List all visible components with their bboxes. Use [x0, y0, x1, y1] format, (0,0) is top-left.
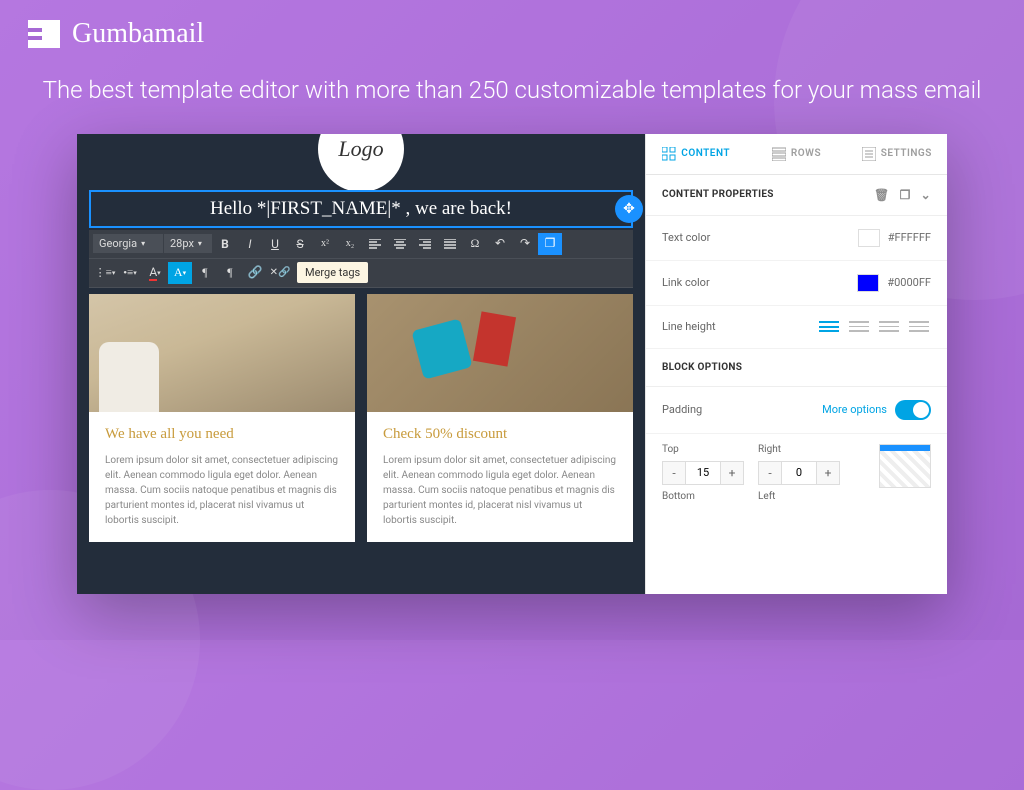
italic-button[interactable]: I	[238, 233, 262, 255]
align-center-button[interactable]	[388, 233, 412, 255]
font-family-select[interactable]: Georgia	[93, 234, 163, 253]
content-icon	[662, 147, 676, 161]
strikethrough-button[interactable]: S	[288, 233, 312, 255]
padding-right-stepper[interactable]: - +	[758, 461, 840, 485]
unordered-list-button[interactable]: •≡▾	[118, 262, 142, 284]
superscript-button[interactable]: x²	[313, 233, 337, 255]
line-height-row: Line height	[646, 306, 947, 349]
more-options-toggle[interactable]	[895, 400, 931, 420]
align-right-icon	[419, 239, 431, 249]
align-justify-icon	[444, 239, 456, 249]
padding-controls: Top - + Bottom Right - + Left	[646, 434, 947, 512]
headline-block[interactable]: Hello *|FIRST_NAME|* , we are back! ✥	[89, 190, 633, 228]
block-options-header: BLOCK OPTIONS	[646, 349, 947, 387]
padding-right-increment[interactable]: +	[817, 462, 839, 484]
align-left-button[interactable]	[363, 233, 387, 255]
card-image-1	[89, 294, 355, 412]
padding-top-decrement[interactable]: -	[663, 462, 685, 484]
more-options-link[interactable]: More options	[822, 403, 887, 416]
content-properties-title: CONTENT PROPERTIES	[662, 189, 774, 200]
padding-right-decrement[interactable]: -	[759, 462, 781, 484]
card-title-1: We have all you need	[105, 426, 339, 443]
padding-top-stepper[interactable]: - +	[662, 461, 744, 485]
text-color-label: Text color	[662, 231, 710, 244]
tab-content-label: CONTENT	[681, 148, 730, 159]
template-logo-badge[interactable]: Logo	[318, 134, 404, 192]
text-toolbar: Georgia 28px B I U S x² x₂	[89, 230, 633, 288]
card-text-2: Lorem ipsum dolor sit amet, consectetuer…	[383, 453, 617, 528]
padding-preview	[879, 444, 931, 488]
special-char-button[interactable]: Ω	[463, 233, 487, 255]
content-card-1[interactable]: We have all you need Lorem ipsum dolor s…	[89, 294, 355, 542]
padding-label: Padding	[662, 403, 702, 416]
copy-button[interactable]: ❐	[538, 233, 562, 255]
bold-button[interactable]: B	[213, 233, 237, 255]
line-height-label: Line height	[662, 320, 716, 333]
link-color-swatch[interactable]	[857, 274, 879, 292]
link-button[interactable]: 🔗	[243, 262, 267, 284]
line-height-normal[interactable]	[847, 319, 871, 335]
padding-left-label: Left	[758, 491, 840, 502]
font-size-select[interactable]: 28px	[164, 234, 212, 253]
move-block-button[interactable]: ✥	[615, 195, 643, 223]
line-height-xloose[interactable]	[907, 319, 931, 335]
padding-right-input[interactable]	[781, 462, 817, 484]
underline-button[interactable]: U	[263, 233, 287, 255]
padding-right-label: Right	[758, 444, 840, 455]
unlink-button[interactable]: ✕🔗	[268, 262, 292, 284]
brand-logo-icon	[28, 20, 60, 48]
padding-top-increment[interactable]: +	[721, 462, 743, 484]
headline-text[interactable]: Hello *|FIRST_NAME|* , we are back!	[89, 190, 633, 228]
align-left-icon	[369, 239, 381, 249]
redo-button[interactable]: ↷	[513, 233, 537, 255]
padding-top-input[interactable]	[685, 462, 721, 484]
tab-content[interactable]: CONTENT	[646, 134, 746, 174]
card-text-1: Lorem ipsum dolor sit amet, consectetuer…	[105, 453, 339, 528]
email-canvas[interactable]: Logo Hello *|FIRST_NAME|* , we are back!…	[77, 134, 645, 594]
paragraph-ltr-button[interactable]: ¶	[193, 262, 217, 284]
merge-tags-tooltip: Merge tags	[297, 262, 368, 283]
card-image-2	[367, 294, 633, 412]
card-title-2: Check 50% discount	[383, 426, 617, 443]
line-height-loose[interactable]	[877, 319, 901, 335]
paragraph-rtl-button[interactable]: ¶	[218, 262, 242, 284]
content-card-2[interactable]: Check 50% discount Lorem ipsum dolor sit…	[367, 294, 633, 542]
font-color-button[interactable]: A▾	[143, 262, 167, 284]
align-justify-button[interactable]	[438, 233, 462, 255]
background-color-button[interactable]: A▾	[168, 262, 192, 284]
align-right-button[interactable]	[413, 233, 437, 255]
link-color-label: Link color	[662, 276, 710, 289]
ordered-list-button[interactable]: ⋮≡▾	[93, 262, 117, 284]
undo-button[interactable]: ↶	[488, 233, 512, 255]
subscript-button[interactable]: x₂	[338, 233, 362, 255]
brand-name: Gumbamail	[72, 18, 204, 50]
padding-row: Padding More options	[646, 387, 947, 434]
align-center-icon	[394, 239, 406, 249]
block-options-title: BLOCK OPTIONS	[662, 362, 742, 373]
line-height-tight[interactable]	[817, 319, 841, 335]
padding-top-label: Top	[662, 444, 744, 455]
padding-bottom-label: Bottom	[662, 491, 744, 502]
